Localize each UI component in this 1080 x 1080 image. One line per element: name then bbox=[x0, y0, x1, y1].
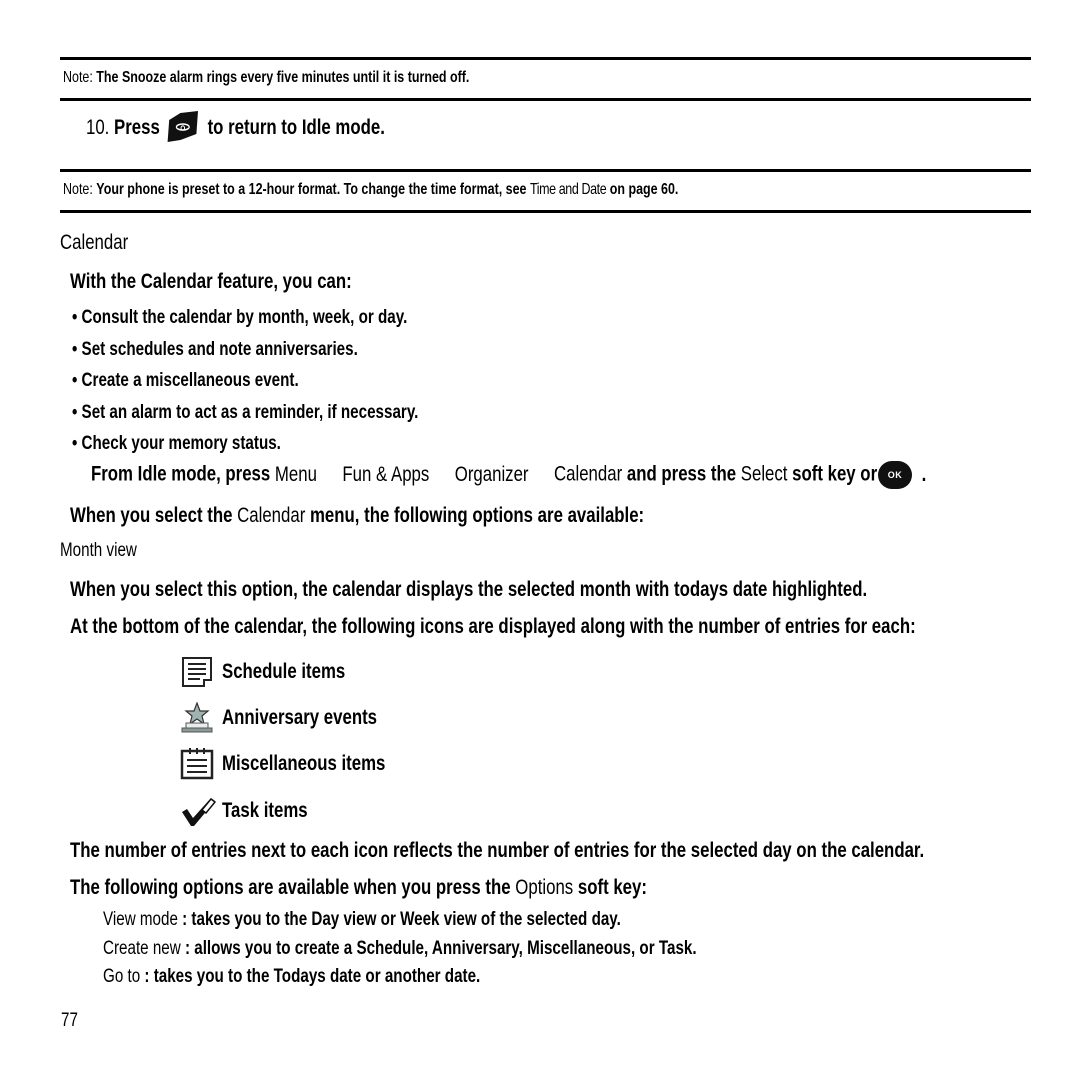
bullet-item: • Create a miscellaneous event. bbox=[72, 370, 299, 391]
menu-path-fun-apps: Fun & Apps bbox=[342, 462, 430, 486]
icon-item-schedule: Schedule items bbox=[180, 656, 345, 688]
step-press: Press bbox=[114, 116, 160, 139]
divider-note2-bottom bbox=[60, 210, 1031, 213]
option-create-new: Create new : allows you to create a Sche… bbox=[103, 935, 845, 964]
options-intro-prefix: When you select the bbox=[70, 504, 233, 527]
icon-item-label: Task items bbox=[222, 799, 308, 822]
option-name: Go to bbox=[103, 966, 141, 987]
option-desc: : takes you to the Todays date or anothe… bbox=[144, 966, 481, 987]
icon-item-label: Miscellaneous items bbox=[222, 752, 386, 775]
menu-path-menu: Menu bbox=[274, 462, 317, 486]
schedule-icon bbox=[180, 656, 214, 688]
options-intro-menu: Calendar bbox=[237, 504, 306, 527]
note-snooze: Note: The Snooze alarm rings every five … bbox=[63, 69, 584, 87]
option-view-mode: View mode : takes you to the Day view or… bbox=[103, 906, 845, 935]
instruction-middle: and press the bbox=[626, 462, 737, 486]
instruction-prefix: From Idle mode, press bbox=[91, 462, 271, 486]
instruction-line: From Idle mode, press Menu Fun & Apps Or… bbox=[91, 461, 1080, 489]
options-softkey-prefix: The following options are available when… bbox=[70, 876, 511, 899]
bullet-item: • Consult the calendar by month, week, o… bbox=[72, 307, 408, 328]
divider-top bbox=[60, 57, 1031, 60]
note-label: Note: bbox=[63, 181, 93, 198]
icon-item-label: Anniversary events bbox=[222, 706, 378, 729]
month-view-paragraph-2: At the bottom of the calendar, the follo… bbox=[70, 615, 916, 638]
option-desc: : takes you to the Day view or Week view… bbox=[182, 909, 621, 930]
instruction-suffix: soft key or bbox=[792, 462, 878, 486]
task-icon bbox=[180, 795, 217, 827]
divider-note1-bottom bbox=[60, 98, 1031, 101]
icon-item-label: Schedule items bbox=[222, 660, 346, 683]
option-name: Create new bbox=[103, 937, 181, 959]
options-intro-suffix: menu, the following options are availabl… bbox=[309, 504, 645, 527]
note-text: The Snooze alarm rings every five minute… bbox=[96, 69, 470, 86]
bullet-list: • Consult the calendar by month, week, o… bbox=[72, 302, 505, 460]
bullet-item: • Set schedules and note anniversaries. bbox=[72, 338, 358, 360]
step-number: 10. bbox=[86, 116, 110, 139]
bullet-item: • Set an alarm to act as a reminder, if … bbox=[72, 401, 419, 423]
end-key-icon bbox=[166, 110, 201, 143]
options-list: View mode : takes you to the Day view or… bbox=[103, 906, 845, 992]
menu-path-calendar: Calendar bbox=[554, 462, 623, 486]
bullet-item: • Check your memory status. bbox=[72, 433, 281, 454]
icon-item-miscellaneous: Miscellaneous items bbox=[180, 748, 385, 780]
intro-text: With the Calendar feature, you can: bbox=[70, 270, 352, 293]
options-softkey-suffix: soft key: bbox=[577, 876, 647, 899]
ok-button-icon: OK bbox=[878, 461, 913, 489]
entries-note: The number of entries next to each icon … bbox=[70, 839, 925, 862]
menu-path-organizer: Organizer bbox=[454, 462, 529, 486]
option-go-to: Go to : takes you to the Todays date or … bbox=[103, 963, 845, 992]
icon-item-anniversary: Anniversary events bbox=[180, 701, 377, 734]
note-label: Note: bbox=[63, 69, 93, 86]
options-softkey-name: Options bbox=[515, 876, 574, 899]
step-10: 10. Press to return to Idle mode. bbox=[86, 111, 460, 143]
option-name: View mode bbox=[103, 909, 178, 930]
note-time-format: Note: Your phone is preset to a 12-hour … bbox=[63, 181, 852, 199]
section-title-text: Calendar bbox=[60, 231, 129, 254]
subsection-title: Month view bbox=[60, 540, 156, 562]
month-view-paragraph-1: When you select this option, the calenda… bbox=[70, 578, 868, 601]
icon-item-task: Task items bbox=[180, 795, 308, 827]
options-softkey-line: The following options are available when… bbox=[70, 876, 791, 900]
calendar-intro: With the Calendar feature, you can: bbox=[70, 270, 422, 294]
page-number: 77 bbox=[61, 1010, 78, 1031]
section-title: Calendar bbox=[60, 231, 145, 255]
note-text-before: Your phone is preset to a 12-hour format… bbox=[96, 181, 527, 198]
divider-note2-top bbox=[60, 169, 1031, 172]
instruction-end: . bbox=[921, 462, 927, 486]
subsection-title-text: Month view bbox=[60, 540, 137, 561]
miscellaneous-icon bbox=[180, 748, 214, 780]
note-text-after: on page 60. bbox=[609, 181, 679, 198]
option-desc: : allows you to create a Schedule, Anniv… bbox=[184, 937, 697, 959]
anniversary-icon bbox=[180, 701, 214, 734]
select-softkey: Select bbox=[740, 462, 788, 486]
options-intro: When you select the Calendar menu, the f… bbox=[70, 504, 788, 528]
time-and-date-link[interactable]: Time and Date bbox=[530, 181, 607, 198]
step-rest: to return to Idle mode. bbox=[207, 116, 385, 139]
